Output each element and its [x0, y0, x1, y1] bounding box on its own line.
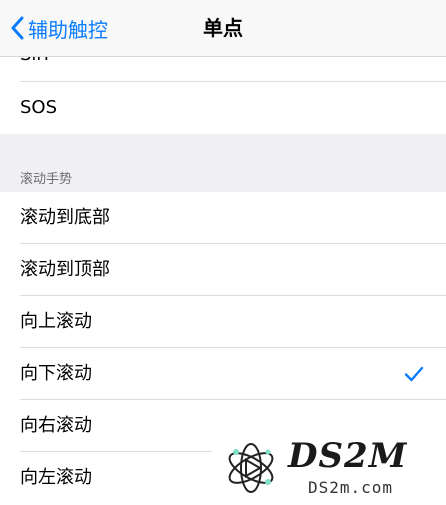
list-item-label: 向下滚动	[20, 363, 92, 384]
list-item-sos[interactable]: SOS	[0, 82, 446, 134]
atom-logo-icon	[228, 443, 274, 493]
list-item-label: 滚动到底部	[20, 207, 110, 228]
list-item-scroll-to-top[interactable]: 滚动到顶部	[0, 244, 446, 296]
watermark-brand: DS2M	[288, 436, 408, 476]
checkmark-icon	[404, 366, 424, 382]
list-item-label: 滚动到顶部	[20, 259, 110, 280]
list-item-scroll-to-bottom[interactable]: 滚动到底部	[0, 192, 446, 244]
page-title: 单点	[203, 16, 243, 40]
section-header-scroll-gestures: 滚动手势	[20, 172, 73, 187]
navigation-bar: 辅助触控 单点	[0, 0, 446, 57]
watermark: DS2M DS2m.com	[212, 432, 446, 505]
list-item-scroll-up[interactable]: 向上滚动	[0, 296, 446, 348]
list-item-label: 向上滚动	[20, 311, 92, 332]
list-item-label: 向右滚动	[20, 415, 92, 436]
watermark-domain: DS2m.com	[308, 478, 394, 497]
list-item-label: Siri	[20, 56, 49, 65]
list-item-scroll-down[interactable]: 向下滚动	[0, 348, 446, 400]
list-item-siri[interactable]: Siri	[0, 56, 446, 82]
top-group: Siri SOS	[0, 56, 446, 134]
list-item-label: SOS	[20, 97, 58, 118]
list-item-label: 向左滚动	[20, 467, 92, 488]
